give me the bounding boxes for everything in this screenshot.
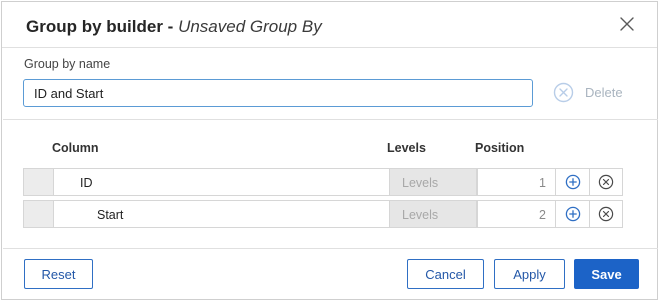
levels-header: Levels [387,141,426,155]
divider [3,248,658,249]
column-select[interactable]: ID ▼ [54,168,408,196]
apply-button[interactable]: Apply [494,259,565,289]
cancel-button[interactable]: Cancel [407,259,484,289]
circle-plus-icon [565,206,580,222]
close-icon[interactable] [618,15,636,33]
delete-circle-x-icon [553,82,574,103]
group-row: ID ▼ Levels 1 [23,168,623,196]
levels-input: Levels [389,168,477,196]
group-by-builder-dialog: Group by builder - Unsaved Group By Grou… [1,1,658,300]
column-header: Column [52,141,99,155]
delete-label: Delete [585,85,623,100]
dialog-header: Group by builder - Unsaved Group By [2,2,657,48]
circle-x-icon [598,206,614,222]
column-select-value: ID [80,176,93,190]
divider [3,119,658,120]
circle-x-icon [598,174,614,190]
dialog-title-separator: - [162,17,179,36]
circle-plus-icon [565,174,580,190]
remove-row-button[interactable] [590,200,623,228]
column-select-value: Start [97,208,124,222]
column-select[interactable]: Start ▼ [54,200,408,228]
group-name-label: Group by name [24,57,111,71]
position-input[interactable]: 1 [477,168,556,196]
delete-button[interactable]: Delete [553,82,623,103]
position-header: Position [475,141,525,155]
dialog-title: Group by builder - Unsaved Group By [26,17,322,37]
group-name-input[interactable] [23,79,533,107]
reset-button[interactable]: Reset [24,259,93,289]
group-row: Start ▼ Levels 2 [23,200,623,228]
levels-input: Levels [389,200,477,228]
dialog-title-main: Group by builder [26,17,163,36]
position-input[interactable]: 2 [477,200,556,228]
add-level-button[interactable] [556,200,590,228]
remove-row-button[interactable] [590,168,623,196]
drag-handle[interactable] [23,168,54,196]
dialog-subtitle: Unsaved Group By [178,17,322,36]
save-button[interactable]: Save [574,259,639,289]
add-level-button[interactable] [556,168,590,196]
drag-handle[interactable] [23,200,54,228]
